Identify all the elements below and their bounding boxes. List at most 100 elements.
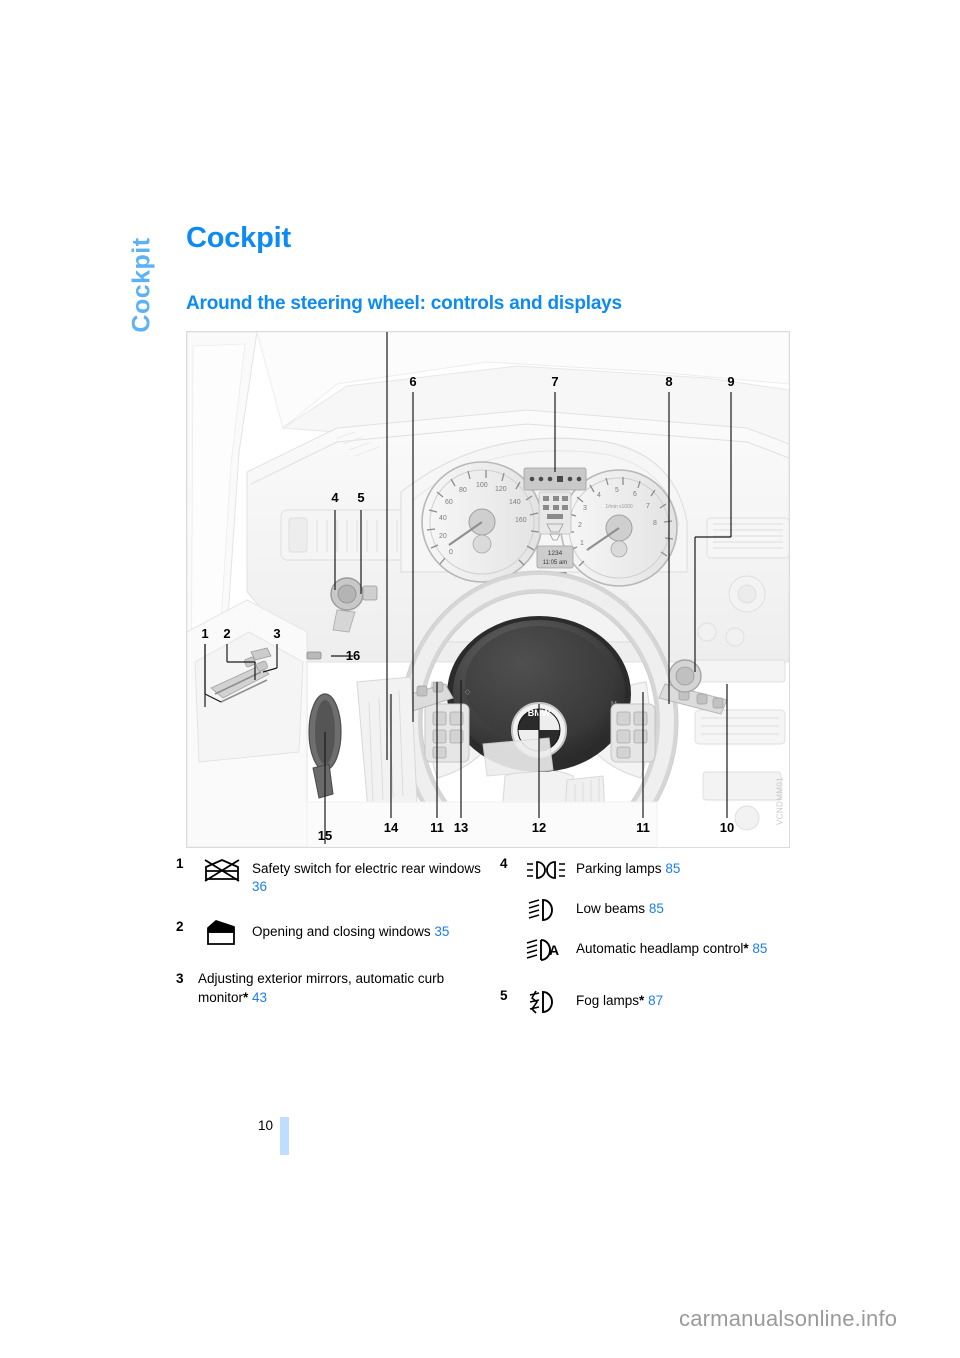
callout-2: 2 <box>223 626 230 641</box>
callout-11b: 11 <box>636 820 650 835</box>
callout-15: 15 <box>318 828 332 843</box>
legend-group-3: 3 Adjusting exterior mirrors, automatic … <box>176 970 486 1006</box>
hood-release <box>306 651 322 660</box>
optional-equipment-asterisk: * <box>639 993 645 1008</box>
svg-text:120: 120 <box>495 486 507 493</box>
svg-text:140: 140 <box>509 499 521 506</box>
legend-row: A Automatic headlamp control* 85 <box>522 935 830 965</box>
page-footer: 10 <box>258 1117 290 1155</box>
svg-text:60: 60 <box>445 499 453 506</box>
legend-label: Parking lamps <box>576 861 662 876</box>
callout-3: 3 <box>273 626 280 641</box>
cockpit-illustration: 0 20 40 60 80 100 120 140 160 1 2 3 4 5 … <box>186 331 790 848</box>
parking-lamps-icon <box>522 855 570 885</box>
svg-text:2: 2 <box>578 522 582 529</box>
callout-12: 12 <box>532 820 546 835</box>
callout-13: 13 <box>454 820 468 835</box>
svg-text:6: 6 <box>633 491 637 498</box>
start-stop-button <box>668 659 702 693</box>
legend-label: Adjusting exterior mirrors, automatic cu… <box>198 971 445 1005</box>
optional-equipment-asterisk: * <box>243 989 249 1005</box>
legend-number: 1 <box>176 856 184 871</box>
page-reference[interactable]: 36 <box>252 879 267 894</box>
callout-8: 8 <box>665 374 672 389</box>
legend-column-left: 1 Safety switch for electric rear window… <box>176 855 486 1027</box>
mfl-buttons-right <box>610 703 656 763</box>
page-reference[interactable]: 35 <box>434 924 449 939</box>
fog-lamps-icon <box>522 987 570 1017</box>
legend-label: Safety switch for electric rear windows <box>252 861 481 876</box>
svg-text:7: 7 <box>646 503 650 510</box>
callout-10: 10 <box>720 820 734 835</box>
legend-label: Low beams <box>576 901 646 916</box>
svg-text:8: 8 <box>653 520 657 527</box>
svg-text:1/min x1000: 1/min x1000 <box>605 504 632 510</box>
section-title: Around the steering wheel: controls and … <box>186 293 622 314</box>
svg-text:1: 1 <box>580 540 584 547</box>
cockpit-drawing: 0 20 40 60 80 100 120 140 160 1 2 3 4 5 … <box>187 332 789 847</box>
svg-text:5: 5 <box>615 487 619 494</box>
callout-7: 7 <box>551 374 558 389</box>
callout-1: 1 <box>201 626 208 641</box>
callout-5: 5 <box>357 490 364 505</box>
page-title: Cockpit <box>186 222 291 254</box>
figure-id: VCNDMM01 <box>775 776 785 826</box>
svg-text:80: 80 <box>459 487 467 494</box>
legend-row-text: Opening and closing windows 35 <box>252 918 449 941</box>
low-beams-icon <box>522 895 570 925</box>
legend-group-4: 4 Parking lamps 85 Low beams 85 A Automa… <box>500 855 830 965</box>
legend-number: 3 <box>176 971 184 987</box>
svg-text:◇: ◇ <box>465 689 471 696</box>
svg-text:0: 0 <box>449 549 453 556</box>
page-reference[interactable]: 85 <box>752 941 767 956</box>
page-reference[interactable]: 43 <box>252 990 267 1005</box>
legend-label: Automatic headlamp control <box>576 941 744 956</box>
page-reference[interactable]: 85 <box>649 901 664 916</box>
page-reference[interactable]: 85 <box>665 861 680 876</box>
legend-number: 5 <box>500 988 508 1003</box>
legend-label: Opening and closing windows <box>252 924 431 940</box>
legend-number: 2 <box>176 919 184 935</box>
callout-9: 9 <box>727 374 734 389</box>
svg-text:100: 100 <box>476 482 488 489</box>
legend-row-text: Low beams 85 <box>576 895 664 918</box>
odometer-value: 1234 <box>548 550 563 557</box>
callout-14: 14 <box>384 820 399 835</box>
page-number: 10 <box>258 1118 274 1133</box>
legend-column-right: 4 Parking lamps 85 Low beams 85 A Automa… <box>500 855 830 1037</box>
legend-row: Parking lamps 85 <box>522 855 830 885</box>
legend-group-1: 1 Safety switch for electric rear window… <box>176 855 486 896</box>
legend-row-text: Safety switch for electric rear windows … <box>252 855 486 896</box>
footer-accent-bar <box>280 1117 290 1155</box>
callout-11a: 11 <box>430 820 444 835</box>
svg-text:160: 160 <box>515 517 527 524</box>
callout-4: 4 <box>331 490 339 505</box>
svg-text:A: A <box>549 942 559 958</box>
legend-row: Fog lamps* 87 <box>522 987 830 1017</box>
clock-value: 11:05 am <box>543 560 568 566</box>
callout-6: 6 <box>409 374 416 389</box>
legend-row-text: Parking lamps 85 <box>576 855 680 878</box>
legend-row: Safety switch for electric rear windows … <box>198 855 486 896</box>
svg-text:20: 20 <box>439 533 447 540</box>
legend-label: Fog lamps <box>576 993 640 1008</box>
svg-text:40: 40 <box>439 515 447 522</box>
automatic-headlamp-control-icon: A <box>522 935 570 965</box>
legend-group-2: 2 Opening and closing windows 35 <box>176 918 486 948</box>
legend-row: Opening and closing windows 35 <box>198 918 486 948</box>
optional-equipment-asterisk: * <box>743 941 749 956</box>
page-reference[interactable]: 87 <box>648 993 663 1008</box>
callout-16: 16 <box>346 648 360 663</box>
chapter-tab-label: Cockpit <box>127 237 156 333</box>
legend-row-text: Automatic headlamp control* 85 <box>576 935 767 958</box>
window-open-close-icon <box>198 918 246 948</box>
mfl-buttons-left <box>424 703 470 763</box>
safety-switch-rear-windows-icon <box>198 855 246 885</box>
svg-text:4: 4 <box>597 492 601 499</box>
legend-row: Low beams 85 <box>522 895 830 925</box>
svg-text:3: 3 <box>583 505 587 512</box>
legend-number: 4 <box>500 856 508 871</box>
watermark: carmanualsonline.info <box>679 1306 898 1331</box>
legend-row-text: Adjusting exterior mirrors, automatic cu… <box>198 970 486 1006</box>
legend-group-5: 5 Fog lamps* 87 <box>500 987 830 1017</box>
